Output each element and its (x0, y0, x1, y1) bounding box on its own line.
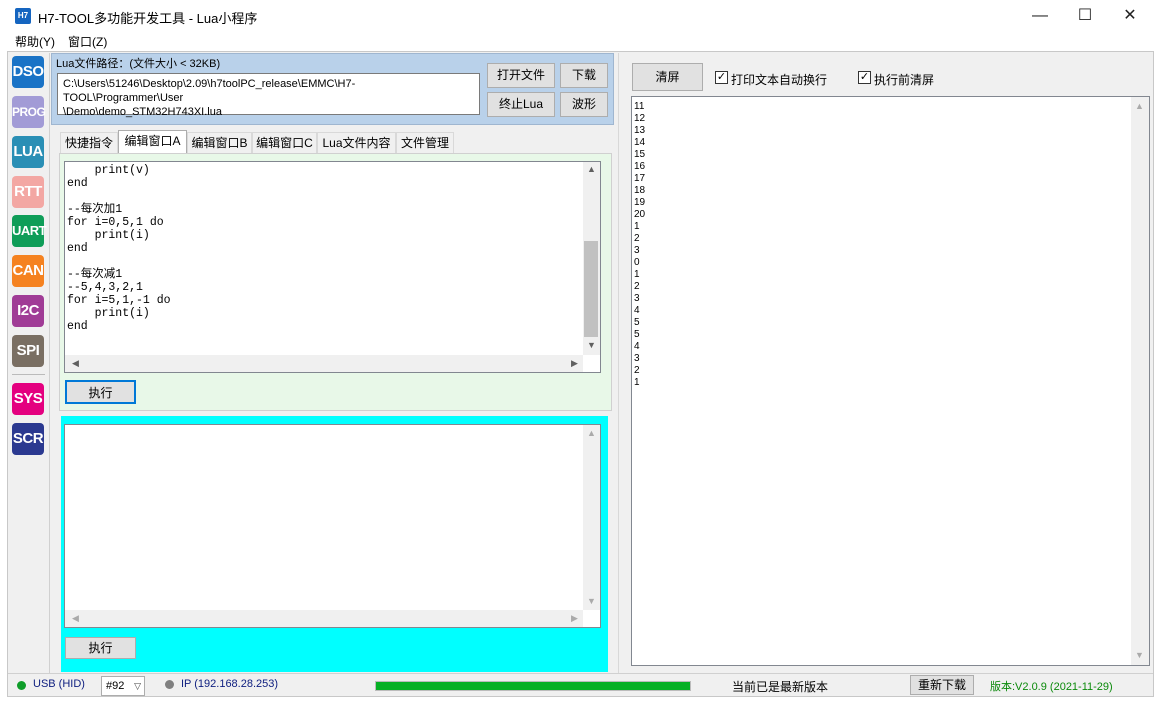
run-command-button[interactable]: 执行 (65, 637, 136, 659)
tab-editor-a[interactable]: 编辑窗口A (118, 130, 187, 154)
file-path-label: Lua文件路径：(文件大小 < 32KB) (56, 58, 221, 70)
usb-status-label: USB (HID) (33, 678, 85, 690)
tab-file-manager[interactable]: 文件管理 (396, 132, 454, 153)
tool-prog-button[interactable]: PROG (12, 96, 46, 128)
tool-scr-button[interactable]: SCR (12, 423, 44, 455)
scroll-left-icon[interactable]: ◀ (67, 613, 84, 624)
device-select-value: #92 (106, 680, 125, 692)
app-icon: H7 (15, 8, 31, 24)
tool-can-button[interactable]: CAN (12, 255, 44, 287)
sidebar-border (49, 53, 50, 673)
scroll-down-icon[interactable]: ▼ (583, 340, 600, 350)
file-path-line2: \Demo\demo_STM32H743XI.lua (63, 106, 222, 118)
scroll-right-icon[interactable]: ▶ (566, 613, 583, 624)
scroll-down-icon[interactable]: ▼ (1131, 650, 1148, 660)
tab-shortcuts[interactable]: 快捷指令 (60, 132, 118, 153)
scroll-up-icon[interactable]: ▲ (583, 164, 600, 174)
tool-lua-button[interactable]: LUA (12, 136, 44, 168)
menu-bar (0, 31, 1161, 51)
code-editor-text: print(v) end --每次加1 for i=0,5,1 do print… (67, 164, 171, 333)
scroll-up-icon[interactable]: ▲ (583, 428, 600, 438)
tab-lua-file-content[interactable]: Lua文件内容 (317, 132, 396, 153)
device-select[interactable]: #92 ▽ (101, 676, 145, 696)
chevron-down-icon: ▽ (134, 681, 141, 691)
output-console[interactable] (631, 96, 1150, 666)
download-button[interactable]: 下载 (560, 63, 608, 88)
maximize-button[interactable]: ☐ (1062, 0, 1108, 31)
output-vscrollbar[interactable] (1131, 97, 1149, 665)
command-editor-hscrollbar[interactable] (65, 610, 583, 627)
usb-status-icon (17, 681, 26, 690)
tool-rtt-button[interactable]: RTT (12, 176, 44, 208)
ip-status-icon (165, 680, 174, 689)
tool-i2c-button[interactable]: I2C (12, 295, 44, 327)
menu-window[interactable]: 窗口(Z) (68, 33, 107, 50)
stop-lua-button[interactable]: 终止Lua (487, 92, 555, 117)
tool-spi-button[interactable]: SPI (12, 335, 44, 367)
scroll-right-icon[interactable]: ▶ (566, 358, 583, 369)
ip-status-label: IP (192.168.28.253) (181, 678, 279, 690)
tab-editor-b[interactable]: 编辑窗口B (187, 132, 252, 153)
update-progress-fill (376, 682, 690, 690)
file-path-field[interactable]: C:\Users\51246\Desktop\2.09\h7toolPC_rel… (57, 73, 480, 118)
run-editor-button[interactable]: 执行 (65, 380, 136, 404)
open-file-button[interactable]: 打开文件 (487, 63, 555, 88)
code-editor-hscrollbar[interactable] (65, 355, 583, 372)
command-editor-vscrollbar[interactable] (583, 425, 600, 610)
scroll-down-icon[interactable]: ▼ (583, 596, 600, 606)
window-title: H7-TOOL多功能开发工具 - Lua小程序 (38, 11, 258, 26)
panel-splitter[interactable] (618, 53, 624, 673)
close-button[interactable]: ✕ (1107, 0, 1153, 31)
auto-wrap-checkbox[interactable]: ✓ (715, 71, 728, 84)
wave-button[interactable]: 波形 (560, 92, 608, 117)
version-status-label: 当前已是最新版本 (732, 680, 829, 694)
tool-sys-button[interactable]: SYS (12, 383, 44, 415)
clear-screen-button[interactable]: 清屏 (632, 63, 703, 91)
tool-uart-button[interactable]: UART (12, 215, 47, 247)
scroll-left-icon[interactable]: ◀ (67, 358, 84, 369)
version-label: 版本:V2.0.9 (2021-11-29) (990, 681, 1113, 693)
output-console-text: 11 12 13 14 15 16 17 18 19 20 1 2 3 0 1 … (634, 101, 646, 388)
sidebar-divider (12, 374, 45, 375)
redownload-button[interactable]: 重新下载 (910, 675, 974, 695)
menu-help[interactable]: 帮助(Y) (15, 33, 55, 50)
clear-before-run-label: 执行前清屏 (874, 73, 935, 87)
minimize-button[interactable]: — (1017, 0, 1063, 31)
tool-dso-button[interactable]: DSO (12, 56, 44, 88)
code-editor-scroll-thumb[interactable] (584, 241, 598, 337)
file-path-line1: C:\Users\51246\Desktop\2.09\h7toolPC_rel… (63, 78, 356, 104)
scroll-up-icon[interactable]: ▲ (1131, 101, 1148, 111)
clear-before-run-checkbox[interactable]: ✓ (858, 71, 871, 84)
command-editor[interactable] (64, 424, 601, 628)
auto-wrap-label: 打印文本自动换行 (731, 73, 828, 87)
tab-editor-c[interactable]: 编辑窗口C (252, 132, 317, 153)
